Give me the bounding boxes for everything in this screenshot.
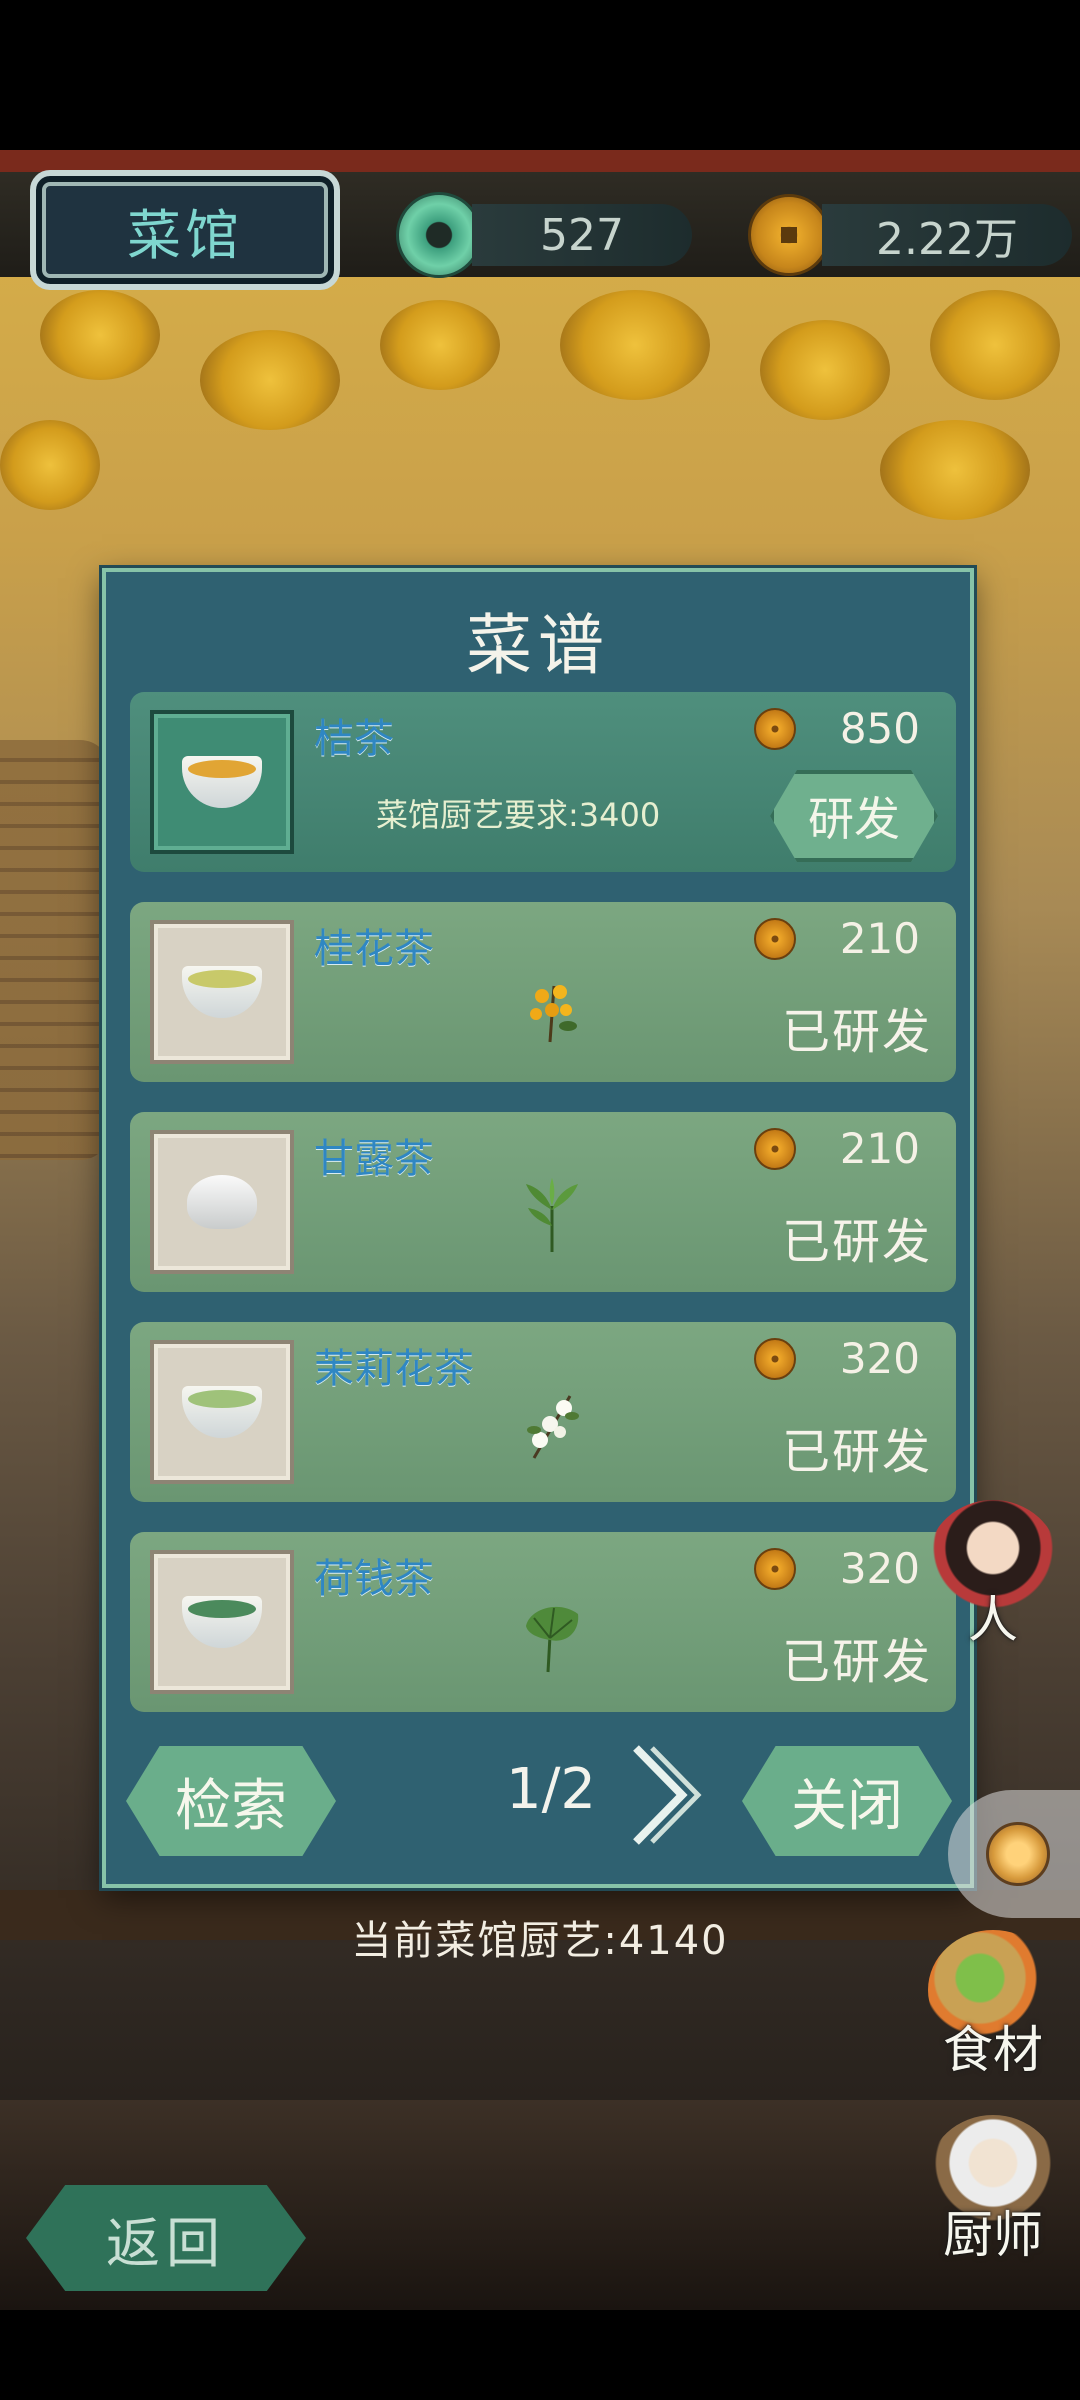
panel-title: 菜谱 <box>466 607 610 684</box>
osmanthus-sprig-icon <box>530 985 577 1043</box>
ginkgo-blossom <box>380 300 500 390</box>
copper-amount: 2.22万 <box>822 204 1072 266</box>
copper-currency: 2.22万 <box>748 194 1072 276</box>
ingredients-label: 食材 <box>943 2021 1043 2079</box>
price-value: 320 <box>839 1334 920 1383</box>
recipe-card[interactable]: 甘露茶 210 已研发 <box>130 1112 956 1292</box>
jade-currency: 527 <box>396 192 692 278</box>
search-button[interactable]: 检索 <box>126 1746 336 1856</box>
jade-amount: 527 <box>472 204 692 266</box>
ginkgo-blossom <box>0 420 100 510</box>
lotus-leaf-icon <box>526 1606 579 1673</box>
close-button[interactable]: 关闭 <box>742 1746 952 1856</box>
jasmine-sprig-icon <box>527 1395 579 1459</box>
ginkgo-blossom <box>930 290 1060 400</box>
jade-coin-icon <box>396 192 482 278</box>
status-researched: 已研发 <box>781 1424 932 1480</box>
status-researched: 已研发 <box>781 1634 932 1690</box>
recipe-name: 茉莉花茶 <box>314 1346 474 1392</box>
shop-title-badge[interactable]: 菜馆 <box>30 170 340 290</box>
recipe-price: 210 <box>754 1124 920 1173</box>
status-researched: 已研发 <box>781 1214 932 1270</box>
ginkgo-blossom <box>880 420 1030 520</box>
chef-menu-button[interactable]: 厨师 <box>918 2115 1068 2267</box>
recipe-panel: 菜谱 桔茶 850 菜馆厨艺要求:3400 研发 桂花茶 210 已研发 甘露茶 <box>102 568 974 1888</box>
chef-label: 厨师 <box>943 2206 1043 2264</box>
copper-coin-icon <box>754 707 796 750</box>
copper-coin-icon <box>754 1127 796 1170</box>
price-value: 850 <box>839 704 920 753</box>
ginkgo-blossom <box>200 330 340 430</box>
people-label: 人 <box>968 1591 1018 1649</box>
recipe-name: 桔茶 <box>314 716 394 762</box>
recipe-card[interactable]: 桂花茶 210 已研发 <box>130 902 956 1082</box>
osmanthus-tea-icon <box>150 920 294 1064</box>
recipe-card[interactable]: 茉莉花茶 320 已研发 <box>130 1322 956 1502</box>
back-button[interactable]: 返回 <box>26 2185 306 2291</box>
requirement-text: 菜馆厨艺要求:3400 <box>376 796 661 834</box>
price-value: 320 <box>839 1544 920 1593</box>
ginkgo-blossom <box>560 290 710 400</box>
recipe-name: 甘露茶 <box>314 1136 434 1182</box>
page-indicator: 1/2 <box>505 1757 597 1822</box>
copper-coin-icon <box>748 194 830 276</box>
next-page-icon[interactable] <box>626 1740 706 1850</box>
people-menu-button[interactable]: 人 <box>918 1500 1068 1652</box>
shop-title: 菜馆 <box>127 203 243 267</box>
recipe-price: 850 <box>754 704 920 753</box>
research-button[interactable]: 研发 <box>770 770 938 862</box>
status-researched: 已研发 <box>781 1004 932 1060</box>
recipe-card[interactable]: 荷钱茶 320 已研发 <box>130 1532 956 1712</box>
assist-orb-icon <box>986 1822 1050 1886</box>
tangerine-tea-icon <box>150 710 294 854</box>
price-value: 210 <box>839 914 920 963</box>
jasmine-tea-icon <box>150 1340 294 1484</box>
recipe-price: 320 <box>754 1544 920 1593</box>
tea-leaf-icon <box>526 1178 578 1252</box>
ingredients-menu-button[interactable]: 食材 <box>918 1930 1068 2082</box>
lotus-tea-icon <box>150 1550 294 1694</box>
ginkgo-blossom <box>40 290 160 380</box>
copper-coin-icon <box>754 1337 796 1380</box>
price-value: 210 <box>839 1124 920 1173</box>
copper-coin-icon <box>754 1547 796 1590</box>
copper-coin-icon <box>754 917 796 960</box>
recipe-price: 210 <box>754 914 920 963</box>
bamboo-steamer <box>0 740 110 1160</box>
ginkgo-blossom <box>760 320 890 420</box>
recipe-price: 320 <box>754 1334 920 1383</box>
teapot-icon <box>150 1130 294 1274</box>
recipe-name: 荷钱茶 <box>314 1556 434 1602</box>
floating-assist-button[interactable] <box>948 1790 1080 1918</box>
recipe-card[interactable]: 桔茶 850 菜馆厨艺要求:3400 研发 <box>130 692 956 872</box>
recipe-name: 桂花茶 <box>314 926 434 972</box>
